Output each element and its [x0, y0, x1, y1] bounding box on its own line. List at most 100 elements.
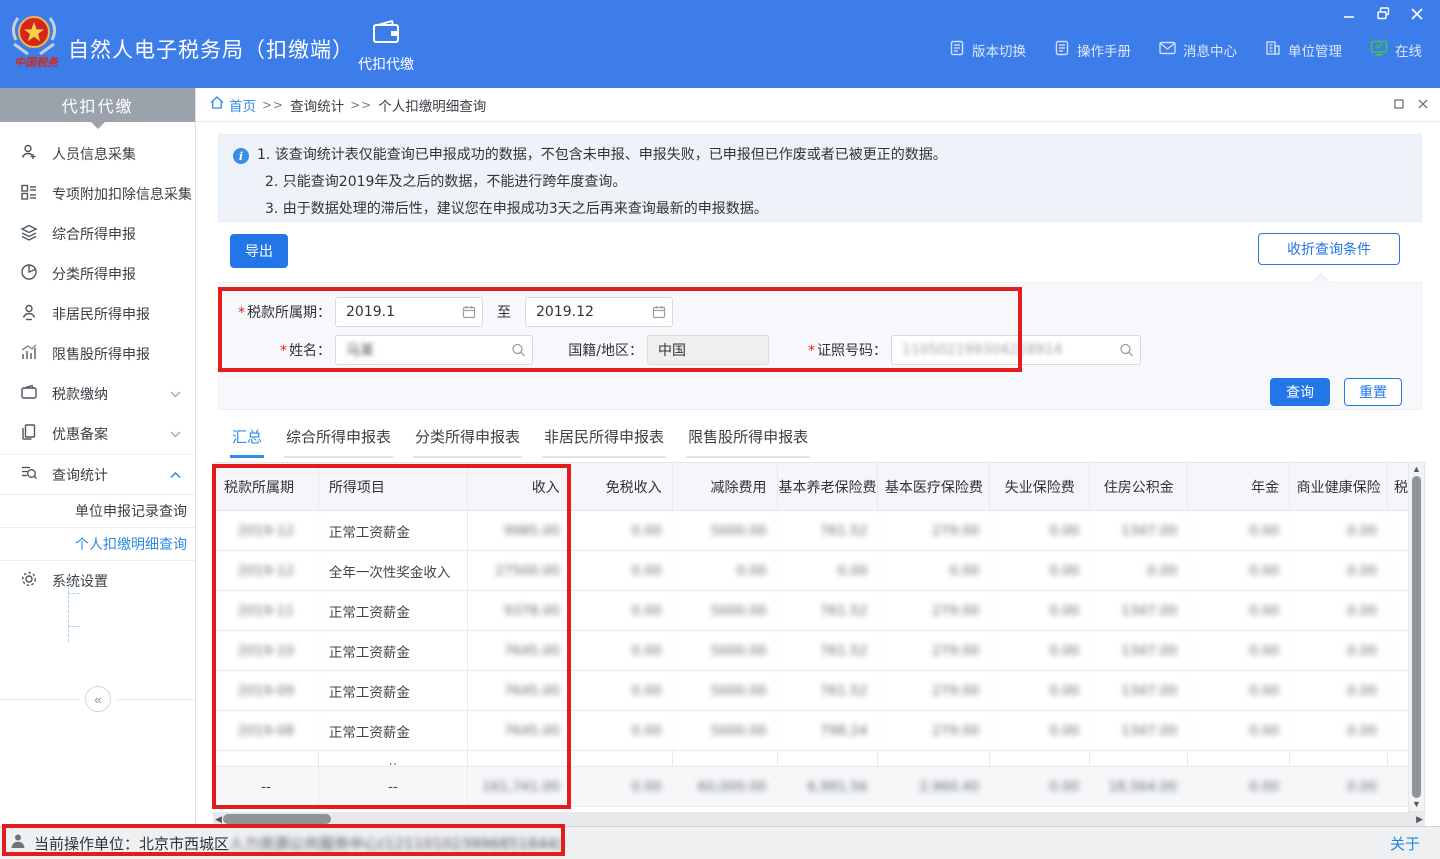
- minimize-button[interactable]: [1336, 4, 1362, 26]
- about-link[interactable]: 关于: [1390, 833, 1420, 854]
- breadcrumb-home[interactable]: 首页: [210, 95, 256, 115]
- collapse-query-button[interactable]: 收折查询条件: [1258, 233, 1400, 265]
- breadcrumb: 首页 >> 查询统计 >> 个人扣缴明细查询: [196, 88, 1440, 122]
- period-to-input[interactable]: 2019.12: [525, 297, 673, 327]
- cell-clipped: [1388, 671, 1408, 710]
- cell-income-item: 正常工资薪金: [319, 511, 468, 550]
- scroll-down-arrow[interactable]: ▼: [1410, 800, 1423, 809]
- cell-deduction: 60,000.00: [673, 767, 778, 806]
- sidebar-item-preferential-record[interactable]: 优惠备案: [0, 414, 195, 454]
- column-header: 基本医疗保险费: [878, 463, 990, 510]
- name-input[interactable]: 马某: [335, 335, 533, 365]
- sidebar-item-personal-withholding-detail[interactable]: 个人扣缴明细查询: [0, 527, 195, 560]
- menu-manual[interactable]: 操作手册: [1054, 40, 1131, 60]
- tab-nonresident-income[interactable]: 非居民所得申报表: [542, 426, 666, 458]
- cell-annuity: 0.00: [1188, 591, 1290, 630]
- cell-taxfree: 0.00: [571, 511, 673, 550]
- menu-message-center[interactable]: 消息中心: [1159, 40, 1237, 60]
- sidebar-item-tax-payment[interactable]: 税款缴纳: [0, 374, 195, 414]
- scroll-up-arrow[interactable]: ▲: [1410, 465, 1423, 474]
- restore-button[interactable]: [1370, 4, 1396, 26]
- result-table: 税款所属期 所得项目 收入 免税收入 减除费用 基本养老保险费 基本医疗保险费 …: [213, 462, 1408, 807]
- cell-medical: 279.00: [878, 511, 990, 550]
- table-row[interactable]: 2019-12 全年一次性奖金收入 27500.00 0.00 0.00 0.0…: [214, 551, 1408, 591]
- menu-label: 版本切换: [972, 40, 1026, 60]
- breadcrumb-level1: 查询统计: [290, 95, 344, 115]
- sidebar-header: 代扣代缴: [0, 88, 195, 122]
- cell-medical: [878, 751, 990, 767]
- panel-controls: [1394, 97, 1428, 112]
- envelope-icon: [1159, 41, 1176, 59]
- cell-income-item: 正常工资薪金: [319, 711, 468, 750]
- cell-deduction: 5000.00: [673, 631, 778, 670]
- vertical-scrollbar-thumb[interactable]: [1412, 476, 1421, 798]
- menu-label: 操作手册: [1077, 40, 1131, 60]
- cell-period: 2019-09: [214, 671, 319, 710]
- sidebar-item-nonresident-income[interactable]: 非居民所得申报: [0, 294, 195, 334]
- cell-income: 7645.00: [468, 631, 571, 670]
- reset-button[interactable]: 重置: [1344, 378, 1402, 406]
- menu-online-status[interactable]: 在线: [1370, 40, 1422, 60]
- table-row[interactable]: 2019-12 正常工资薪金 9985.00 0.00 5000.00 761.…: [214, 511, 1408, 551]
- cell-medical: 279.00: [878, 671, 990, 710]
- sidebar-item-query-statistics[interactable]: 查询统计: [0, 454, 195, 494]
- table-row[interactable]: 2019-11 正常工资薪金 9378.00 0.00 5000.00 761.…: [214, 591, 1408, 631]
- cell-unemployment: 0.00: [990, 711, 1090, 750]
- scroll-right-arrow[interactable]: ▶: [1414, 815, 1425, 824]
- horizontal-scrollbar[interactable]: ◀ ▶: [213, 812, 1425, 826]
- tab-summary[interactable]: 汇总: [230, 426, 264, 458]
- sidebar-item-label: 专项附加扣除信息采集: [52, 184, 192, 204]
- sidebar-item-restricted-stock[interactable]: 限售股所得申报: [0, 334, 195, 374]
- table-row[interactable]: 2019-10 正常工资薪金 7645.00 0.00 5000.00 761.…: [214, 631, 1408, 671]
- table-row[interactable]: 2019-09 正常工资薪金 7645.00 0.00 5000.00 761.…: [214, 671, 1408, 711]
- close-button[interactable]: [1404, 4, 1430, 26]
- cell-annuity: 0.00: [1188, 551, 1290, 590]
- sidebar-header-label: 代扣代缴: [61, 93, 133, 117]
- sidebar-item-classified-income[interactable]: 分类所得申报: [0, 254, 195, 294]
- table-row[interactable]: 2019-08 正常工资薪金 7645.00 0.00 5000.00 798.…: [214, 711, 1408, 751]
- document-icon: [949, 40, 965, 60]
- panel-close-button[interactable]: [1418, 97, 1428, 112]
- menu-unit-management[interactable]: 单位管理: [1265, 40, 1342, 60]
- search-button[interactable]: 查询: [1270, 378, 1330, 406]
- id-number-input[interactable]: 110502199304228914: [891, 335, 1141, 365]
- sidebar-header-notch: [90, 121, 106, 129]
- sidebar-item-comprehensive-income[interactable]: 综合所得申报: [0, 214, 195, 254]
- info-icon: i: [233, 148, 249, 164]
- module-tab-withholding[interactable]: 代扣代缴: [346, 12, 426, 82]
- document-icon: [1054, 40, 1070, 60]
- menu-version-switch[interactable]: 版本切换: [949, 40, 1026, 60]
- tab-comprehensive-income[interactable]: 综合所得申报表: [284, 426, 393, 458]
- cell-housing-fund: 1347.00: [1090, 591, 1188, 630]
- cell-medical: 279.00: [878, 711, 990, 750]
- sidebar-item-personnel-info[interactable]: 人员信息采集: [0, 134, 195, 174]
- vertical-scrollbar[interactable]: ▲ ▼: [1408, 462, 1425, 812]
- cell-annuity: 0.00: [1188, 631, 1290, 670]
- cell-taxfree: [571, 751, 673, 767]
- column-header: 减除费用: [673, 463, 778, 510]
- cell-health-insurance: 0.00: [1290, 711, 1388, 750]
- horizontal-scrollbar-thumb[interactable]: [223, 814, 331, 824]
- panel-restore-button[interactable]: [1394, 97, 1404, 112]
- sidebar-item-special-deduction[interactable]: 专项附加扣除信息采集: [0, 174, 195, 214]
- table-row-partial[interactable]: ..: [214, 751, 1408, 767]
- submenu-tree-line: [68, 576, 69, 642]
- tab-restricted-stock[interactable]: 限售股所得申报表: [686, 426, 810, 458]
- export-button[interactable]: 导出: [230, 234, 288, 268]
- sidebar-collapse-button[interactable]: «: [85, 686, 111, 712]
- column-header: 收入: [468, 463, 571, 510]
- wallet-icon: [372, 20, 400, 48]
- period-from-input[interactable]: 2019.1: [335, 297, 483, 327]
- tab-classified-income[interactable]: 分类所得申报表: [413, 426, 522, 458]
- period-row: *税款所属期： 2019.1 至 2019.12: [223, 297, 673, 327]
- close-icon: [1418, 97, 1428, 112]
- cell-medical: 279.00: [878, 631, 990, 670]
- notice-box: i 1. 该查询统计表仅能查询已申报成功的数据，不包含未申报、申报失败，已申报但…: [218, 134, 1422, 222]
- sidebar-item-unit-declaration-records[interactable]: 单位申报记录查询: [0, 494, 195, 527]
- cell-health-insurance: [1290, 751, 1388, 767]
- cell-housing-fund: 1347.00: [1090, 671, 1188, 710]
- sidebar-item-system-settings[interactable]: 系统设置: [0, 561, 195, 601]
- operator-masked-text: 人力资源公共服务中心(121101023996851844): [229, 835, 563, 853]
- column-header: 住房公积金: [1090, 463, 1188, 510]
- cell-housing-fund: 1347.00: [1090, 511, 1188, 550]
